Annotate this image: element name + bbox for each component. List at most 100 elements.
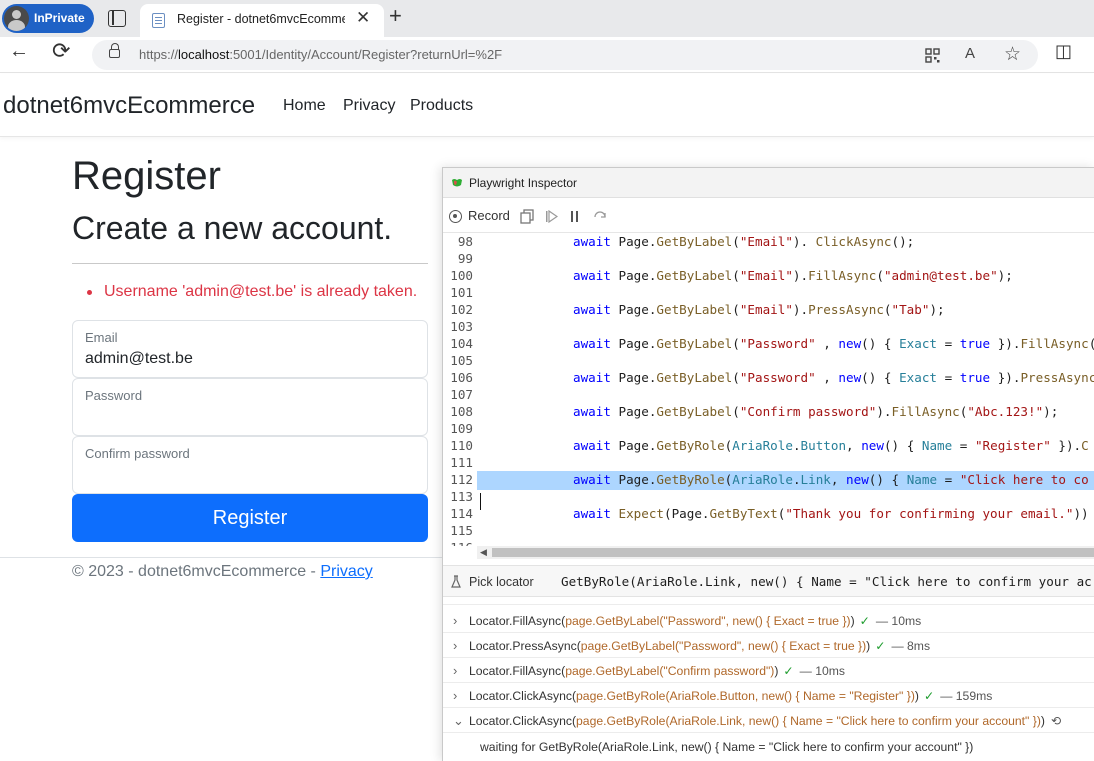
profile-avatar-icon — [4, 6, 29, 31]
code-line[interactable]: 107 — [443, 387, 1094, 404]
lock-icon — [109, 43, 120, 58]
log-entry-text: Locator.PressAsync(page.GetByLabel("Pass… — [469, 639, 931, 653]
read-aloud-icon[interactable]: A — [965, 45, 975, 62]
address-url[interactable]: https://localhost:5001/Identity/Account/… — [139, 47, 502, 62]
log-duration: — 8ms — [891, 639, 931, 653]
record-icon[interactable] — [449, 210, 462, 223]
site-brand[interactable]: dotnet6mvcEcommerce — [3, 92, 255, 120]
line-number: 98 — [457, 234, 473, 249]
tab-close-icon[interactable]: ✕ — [356, 8, 370, 28]
code-line[interactable]: 100 await Page.GetByLabel("Email").FillAs… — [443, 268, 1094, 285]
code-text: await Page.GetByLabel("Email").FillAsync… — [573, 268, 1013, 283]
chevron-right-icon[interactable]: › — [453, 613, 457, 628]
scroll-left-icon[interactable]: ◀ — [480, 547, 487, 558]
log-duration: — 10ms — [875, 614, 922, 628]
footer: © 2023 - dotnet6mvcEcommerce - Privacy — [72, 563, 373, 581]
register-button[interactable]: Register — [72, 494, 428, 542]
password-field[interactable]: Password — [72, 378, 428, 436]
code-line[interactable]: 113 — [443, 489, 1094, 506]
code-line[interactable]: 111 — [443, 455, 1094, 472]
code-line[interactable]: 110 await Page.GetByRole(AriaRole.Button,… — [443, 438, 1094, 455]
line-number: 107 — [450, 387, 473, 402]
line-number: 110 — [450, 438, 473, 453]
validation-bullet-icon — [87, 290, 92, 295]
chevron-right-icon[interactable]: › — [453, 688, 457, 703]
page-favicon-icon — [152, 13, 165, 28]
chevron-down-icon[interactable]: ⌄ — [453, 713, 464, 729]
record-button[interactable]: Record — [468, 208, 510, 223]
log-entry-text: Locator.ClickAsync(page.GetByRole(AriaRo… — [469, 689, 993, 703]
copy-icon[interactable] — [520, 209, 534, 224]
check-icon: ✓ — [923, 689, 935, 703]
line-number: 103 — [450, 319, 473, 334]
favorite-star-icon[interactable]: ☆ — [1004, 43, 1021, 66]
inspector-title: Playwright Inspector — [469, 176, 578, 190]
code-line[interactable]: 105 — [443, 353, 1094, 370]
confirm-password-field[interactable]: Confirm password — [72, 436, 428, 494]
log-entry[interactable]: ⌄ Locator.ClickAsync(page.GetByRole(AriaR… — [443, 708, 1094, 733]
playwright-inspector-window: Playwright Inspector Record 98 await Page… — [442, 167, 1094, 761]
browser-tab[interactable]: Register - dotnet6mvcEcommerce ✕ — [140, 4, 384, 37]
line-number: 108 — [450, 404, 473, 419]
code-text: await Expect(Page.GetByText("Thank you f… — [573, 506, 1089, 521]
code-line[interactable]: 104 await Page.GetByLabel("Password" , ne… — [443, 336, 1094, 353]
inprivate-label: InPrivate — [34, 11, 85, 25]
log-entry-text: Locator.FillAsync(page.GetByLabel("Passw… — [469, 614, 922, 628]
code-line[interactable]: 99 — [443, 251, 1094, 268]
chevron-right-icon[interactable]: › — [453, 663, 457, 678]
code-line[interactable]: 109 — [443, 421, 1094, 438]
check-icon: ✓ — [875, 639, 886, 653]
inprivate-badge[interactable]: InPrivate — [2, 4, 94, 33]
email-field[interactable]: Email admin@test.be — [72, 320, 428, 378]
code-line[interactable]: 108 await Page.GetByLabel("Confirm passwo… — [443, 404, 1094, 421]
line-number: 100 — [450, 268, 473, 283]
footer-privacy-link[interactable]: Privacy — [320, 563, 372, 580]
line-number: 99 — [457, 251, 473, 266]
resume-icon[interactable] — [545, 210, 558, 223]
code-line[interactable]: 114 await Expect(Page.GetByText("Thank yo… — [443, 506, 1094, 523]
horizontal-scrollbar[interactable]: ◀ — [477, 546, 1094, 559]
code-line[interactable]: 115 — [443, 523, 1094, 540]
email-field-value[interactable]: admin@test.be — [85, 350, 193, 368]
code-text: await Page.GetByLabel("Confirm password"… — [573, 404, 1059, 419]
line-number: 104 — [450, 336, 473, 351]
code-text: await Page.GetByLabel("Email").PressAsyn… — [573, 302, 945, 317]
chevron-right-icon[interactable]: › — [453, 638, 457, 653]
code-editor[interactable]: 98 await Page.GetByLabel("Email"). ClickA… — [443, 234, 1094, 546]
reload-icon[interactable]: ⟳ — [52, 38, 70, 64]
step-over-icon[interactable] — [593, 209, 607, 223]
password-field-label: Password — [85, 388, 143, 403]
tab-actions-icon[interactable] — [108, 10, 126, 27]
code-text: await Page.GetByLabel("Email"). ClickAsy… — [573, 234, 915, 249]
code-line[interactable]: 101 — [443, 285, 1094, 302]
code-line[interactable]: 98 await Page.GetByLabel("Email"). ClickA… — [443, 234, 1094, 251]
split-screen-icon[interactable]: ◫ — [1055, 41, 1072, 62]
scrollbar-thumb[interactable] — [492, 548, 1094, 557]
address-bar[interactable]: https://localhost:5001/Identity/Account/… — [92, 40, 1038, 70]
footer-text: © 2023 - dotnet6mvcEcommerce - — [72, 563, 321, 580]
validation-error-message: Username 'admin@test.be' is already take… — [104, 283, 418, 300]
new-tab-icon[interactable]: + — [389, 3, 402, 29]
nav-products-link[interactable]: Products — [410, 97, 473, 115]
back-arrow-icon[interactable]: ← — [9, 40, 29, 63]
divider — [72, 263, 428, 264]
nav-home-link[interactable]: Home — [283, 97, 326, 115]
pause-icon[interactable] — [570, 211, 580, 222]
browser-tab-bar: InPrivate Register - dotnet6mvcEcommerce… — [0, 0, 1094, 37]
nav-privacy-link[interactable]: Privacy — [343, 97, 395, 115]
log-entry[interactable]: › Locator.ClickAsync(page.GetByRole(AriaR… — [443, 683, 1094, 708]
email-field-label: Email — [85, 330, 118, 345]
code-line[interactable]: 112 await Page.GetByRole(AriaRole.Link, n… — [443, 471, 1094, 490]
log-entry[interactable]: › Locator.FillAsync(page.GetByLabel("Pass… — [443, 608, 1094, 633]
code-text: await Page.GetByRole(AriaRole.Button, ne… — [573, 438, 1089, 453]
log-entry[interactable]: › Locator.FillAsync(page.GetByLabel("Conf… — [443, 658, 1094, 683]
action-log: › Locator.FillAsync(page.GetByLabel("Pass… — [443, 598, 1094, 761]
code-line[interactable]: 106 await Page.GetByLabel("Password" , ne… — [443, 370, 1094, 387]
code-text: await Page.GetByLabel("Password" , new()… — [573, 336, 1094, 351]
confirm-password-field-label: Confirm password — [85, 446, 190, 461]
browser-toolbar: ← ⟳ https://localhost:5001/Identity/Acco… — [0, 37, 1094, 73]
log-entry[interactable]: › Locator.PressAsync(page.GetByLabel("Pas… — [443, 633, 1094, 658]
code-line[interactable]: 103 — [443, 319, 1094, 336]
code-line[interactable]: 102 await Page.GetByLabel("Email").PressA… — [443, 302, 1094, 319]
qr-code-icon[interactable] — [925, 48, 940, 63]
